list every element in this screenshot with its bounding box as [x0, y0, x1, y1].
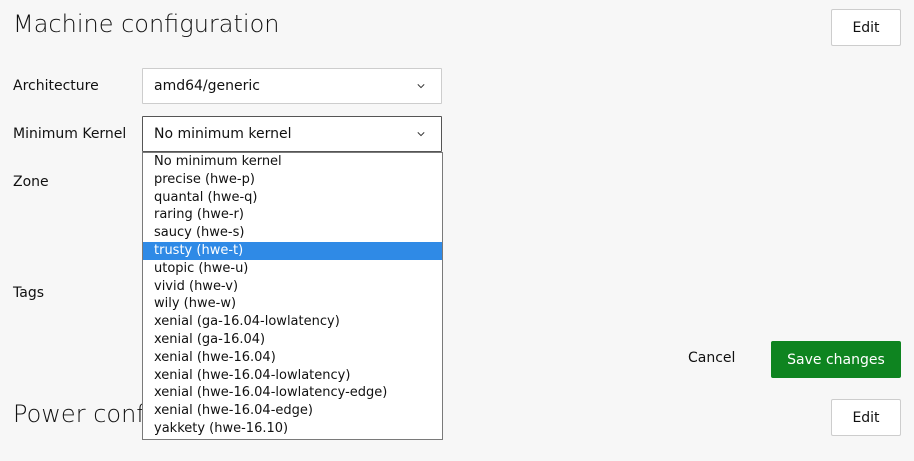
kernel-option[interactable]: xenial (ga-16.04-lowlatency): [143, 313, 442, 331]
machine-config-title: Machine configuration: [13, 10, 280, 38]
chevron-down-icon: [417, 84, 425, 89]
architecture-label: Architecture: [13, 78, 99, 94]
edit-power-config-button[interactable]: Edit: [831, 399, 901, 436]
kernel-option[interactable]: precise (hwe-p): [143, 171, 442, 189]
kernel-option[interactable]: yakkety (hwe-16.10): [143, 420, 442, 438]
min-kernel-value: No minimum kernel: [154, 126, 292, 142]
tags-label: Tags: [13, 285, 44, 301]
architecture-value: amd64/generic: [154, 78, 260, 94]
kernel-option[interactable]: No minimum kernel: [143, 153, 442, 171]
kernel-option[interactable]: xenial (ga-16.04): [143, 331, 442, 349]
cancel-button[interactable]: Cancel: [688, 350, 735, 366]
zone-label: Zone: [13, 174, 49, 190]
kernel-option[interactable]: xenial (hwe-16.04-lowlatency-edge): [143, 384, 442, 402]
kernel-option[interactable]: saucy (hwe-s): [143, 224, 442, 242]
save-changes-button[interactable]: Save changes: [771, 341, 901, 378]
kernel-option-highlighted[interactable]: trusty (hwe-t): [143, 241, 442, 260]
kernel-option[interactable]: raring (hwe-r): [143, 206, 442, 224]
architecture-select[interactable]: amd64/generic: [142, 68, 442, 104]
kernel-option[interactable]: quantal (hwe-q): [143, 189, 442, 207]
kernel-option[interactable]: vivid (hwe-v): [143, 278, 442, 296]
kernel-option[interactable]: xenial (hwe-16.04-edge): [143, 402, 442, 420]
min-kernel-label: Minimum Kernel: [13, 126, 127, 142]
machine-config-page: Machine configuration Edit Architecture …: [0, 0, 914, 461]
edit-machine-config-button[interactable]: Edit: [831, 9, 901, 46]
min-kernel-dropdown-list[interactable]: No minimum kernel precise (hwe-p) quanta…: [142, 152, 443, 440]
min-kernel-select[interactable]: No minimum kernel: [142, 116, 442, 152]
chevron-down-icon: [417, 132, 425, 137]
power-config-title: Power conf: [13, 400, 145, 428]
kernel-option[interactable]: xenial (hwe-16.04): [143, 349, 442, 367]
kernel-option[interactable]: xenial (hwe-16.04-lowlatency): [143, 367, 442, 385]
kernel-option[interactable]: utopic (hwe-u): [143, 260, 442, 278]
kernel-option[interactable]: wily (hwe-w): [143, 295, 442, 313]
